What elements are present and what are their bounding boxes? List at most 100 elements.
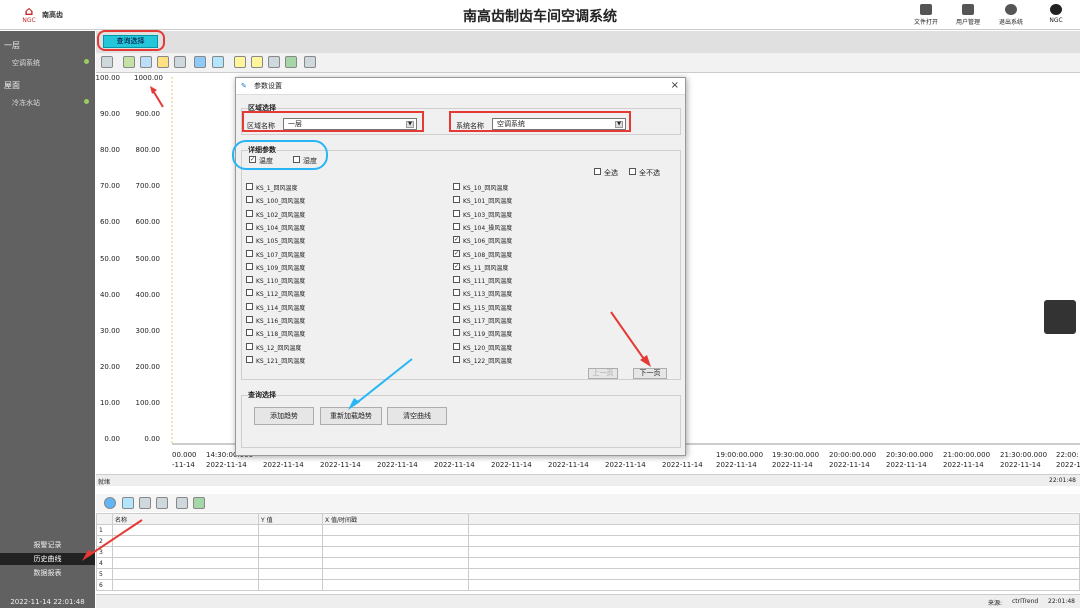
param-checkbox[interactable]	[246, 302, 253, 310]
param-checkbox[interactable]	[453, 222, 460, 230]
settings-icon[interactable]	[101, 56, 113, 68]
param-checkbox[interactable]	[246, 289, 253, 297]
clock-icon[interactable]	[268, 56, 280, 68]
param-checkbox[interactable]	[246, 276, 253, 284]
next-page-button[interactable]: 下一页	[633, 368, 667, 379]
x-tick-date: 2022-11-14	[829, 461, 870, 469]
x-tick-time: 00.000	[172, 451, 197, 459]
y-tick-right: 700.00	[135, 182, 161, 191]
file-open-button[interactable]: 文件打开	[906, 4, 946, 26]
param-label: KS_1_回风温度	[256, 185, 298, 192]
x-tick-date: 2022-11-14	[943, 461, 984, 469]
exit-system-button[interactable]: 退出系统	[991, 4, 1031, 26]
select-all-label: 全选	[604, 169, 618, 177]
sidebar-group-roof: 屋面	[4, 81, 20, 90]
y-tick-right: 100.00	[135, 398, 161, 407]
help-icon[interactable]	[104, 497, 116, 509]
param-checkbox[interactable]	[453, 329, 460, 337]
sidebar-item-chiller-station[interactable]: 冷冻水站	[12, 98, 40, 108]
print-icon[interactable]	[304, 56, 316, 68]
select-none-checkbox[interactable]	[629, 168, 636, 175]
param-checkbox[interactable]	[453, 342, 460, 350]
y-tick-right: 600.00	[135, 218, 161, 227]
prev-page-button[interactable]: 上一页	[588, 368, 618, 379]
marker-icon[interactable]	[234, 56, 246, 68]
param-label: KS_119_回风温度	[463, 331, 513, 339]
x-tick-date: 2022-11-14	[605, 461, 646, 469]
y-tick-left: 50.00	[99, 254, 120, 263]
dialog-title-bar: ✎ 参数设置 ×	[236, 78, 685, 95]
param-checkbox[interactable]	[246, 196, 253, 204]
sidebar-group-floor1: 一层	[4, 41, 20, 50]
y-tick-left: 20.00	[99, 362, 120, 371]
param-checkbox[interactable]: ✓	[453, 249, 460, 257]
pause-icon[interactable]	[194, 56, 206, 68]
param-checkbox[interactable]	[453, 302, 460, 310]
status-dot	[84, 99, 89, 104]
range-icon[interactable]	[139, 497, 151, 509]
y-tick-left: 70.00	[99, 182, 120, 191]
param-label: KS_100_回风温度	[256, 198, 306, 206]
ngc-info-button[interactable]: NGC	[1036, 4, 1076, 24]
vertical-zoom-icon[interactable]	[157, 56, 169, 68]
y-tick-right: 1000.00	[134, 74, 163, 82]
param-checkbox[interactable]	[453, 276, 460, 284]
param-checkbox[interactable]	[453, 316, 460, 323]
note-icon[interactable]	[251, 56, 263, 68]
y-tick-left: 0.00	[104, 435, 120, 443]
param-checkbox[interactable]	[453, 183, 460, 190]
function-icon[interactable]	[156, 497, 168, 509]
status-source-label: 来源:	[988, 600, 1003, 607]
sidebar-item-ac-system[interactable]: 空调系统	[12, 58, 40, 68]
zoom-in-icon[interactable]	[123, 56, 135, 68]
param-checkbox[interactable]	[246, 236, 253, 244]
cursor-icon[interactable]	[212, 56, 224, 68]
move-icon[interactable]	[140, 56, 152, 68]
print-icon[interactable]	[176, 497, 188, 509]
grid-icon[interactable]	[174, 56, 186, 68]
select-none-label: 全不选	[639, 169, 660, 177]
param-checkbox[interactable]	[246, 249, 253, 257]
param-checkbox[interactable]	[453, 196, 460, 204]
table-row[interactable]: 3	[96, 546, 1080, 558]
close-icon[interactable]: ×	[671, 81, 679, 91]
x-tick-time: 21:30:00.000	[1000, 451, 1048, 459]
export-icon[interactable]	[193, 497, 205, 509]
power-icon	[1005, 4, 1017, 15]
grid-toolbar	[96, 494, 1080, 512]
param-checkbox[interactable]	[246, 316, 253, 323]
param-checkbox[interactable]: ✓	[453, 262, 460, 270]
table-row[interactable]: 2	[96, 535, 1080, 547]
param-checkbox[interactable]	[453, 355, 460, 363]
param-checkbox[interactable]	[453, 209, 460, 217]
table-row[interactable]: 5	[96, 568, 1080, 580]
table-row[interactable]: 6	[96, 579, 1080, 591]
side-panel-handle[interactable]	[1044, 300, 1076, 334]
feather-icon: ✎	[241, 82, 247, 90]
x-tick-time: 19:00:00.000	[716, 451, 764, 459]
select-all-checkbox[interactable]	[594, 168, 601, 175]
add-trend-button[interactable]: 添加趋势	[254, 407, 314, 425]
param-checkbox[interactable]	[453, 289, 460, 297]
param-checkbox[interactable]	[246, 342, 253, 350]
y-tick-left: 90.00	[99, 110, 120, 119]
table-row[interactable]: 4	[96, 557, 1080, 569]
table-row[interactable]: 1	[96, 524, 1080, 536]
param-checkbox[interactable]	[246, 222, 253, 230]
blue-arrow-reload	[346, 357, 414, 411]
export-icon[interactable]	[285, 56, 297, 68]
param-checkbox[interactable]: ✓	[453, 236, 460, 244]
table-header: 名称 Y 值 X 值/时间戳	[96, 513, 1080, 525]
param-checkbox[interactable]	[246, 183, 253, 190]
param-checkbox[interactable]	[246, 329, 253, 337]
dialog-title: 参数设置	[254, 82, 282, 90]
user-manage-button[interactable]: 用户管理	[948, 4, 988, 26]
sidebar-item-data-report[interactable]: 数据报表	[0, 567, 95, 579]
highlight-box	[449, 111, 631, 132]
x-tick-date: 2022-11-14	[1056, 461, 1080, 469]
cursor-icon[interactable]	[122, 497, 134, 509]
param-checkbox[interactable]	[246, 355, 253, 363]
param-label: KS_121_回风温度	[256, 357, 306, 365]
param-checkbox[interactable]	[246, 262, 253, 270]
param-checkbox[interactable]	[246, 209, 253, 217]
